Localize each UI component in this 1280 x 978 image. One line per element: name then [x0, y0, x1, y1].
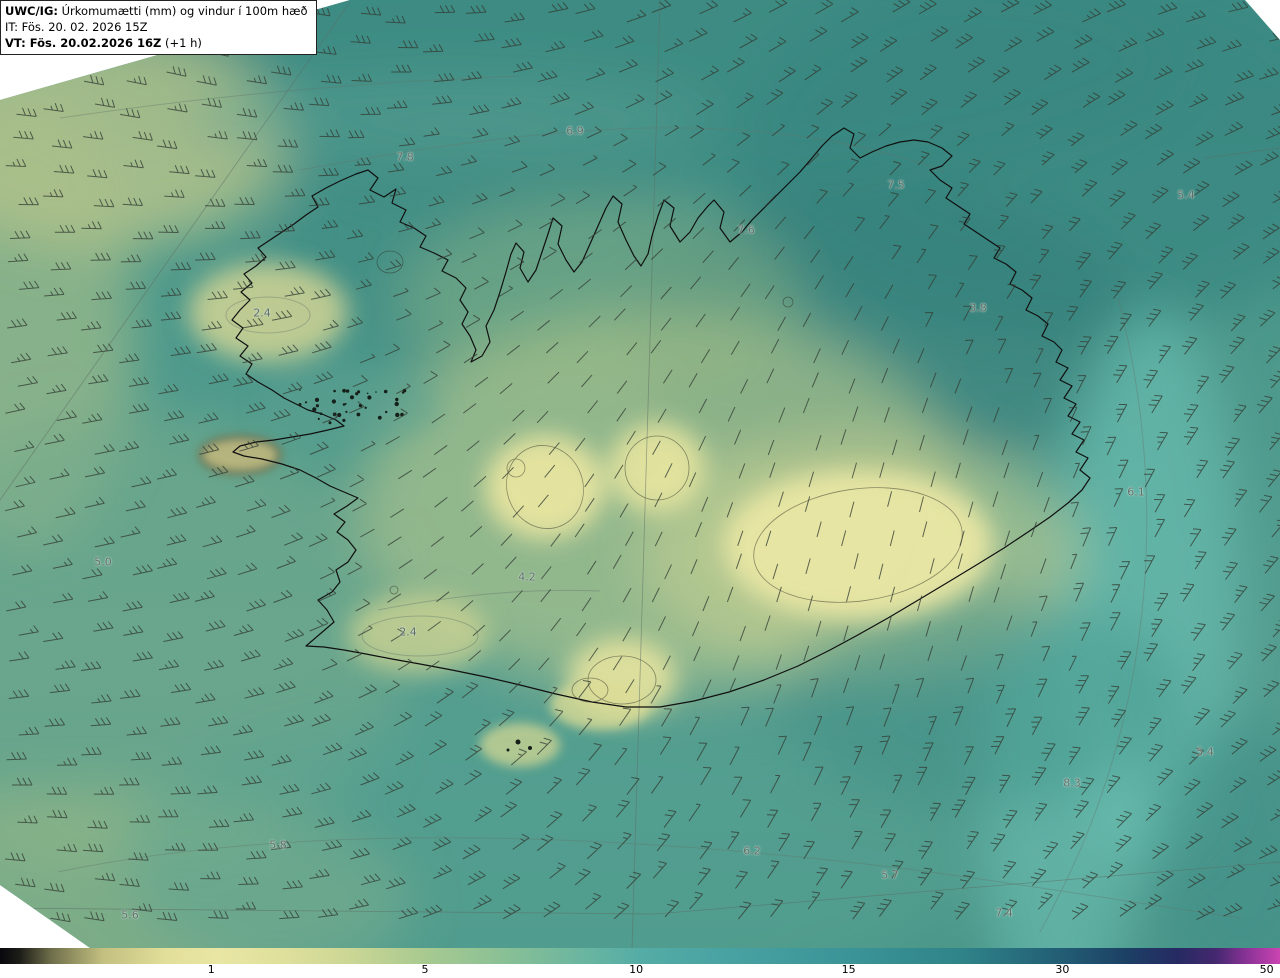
valid-time: VT: Fös. 20.02.2026 16Z: [5, 36, 162, 50]
colorbar-gradient: [0, 948, 1280, 964]
colorbar-tick-label: 50: [1259, 963, 1274, 976]
colorbar-tick-label: 30: [1055, 963, 1070, 976]
weather-map-page: 6.9 7.8 7.5 7.6 5.4 3.8 2.4 6.1 5.0 4.2 2.4 5.4 8.3 5…: [0, 0, 1280, 978]
colorbar-tick-label: 5: [421, 963, 429, 976]
colorbar-ticks: 1 5 10 15 30 50: [0, 963, 1280, 978]
product-code: UWC/IG:: [5, 4, 58, 18]
colorbar-tick-label: 1: [207, 963, 215, 976]
colorbar-tick-label: 10: [629, 963, 644, 976]
map-title: Úrkomumætti (mm) og vindur í 100m hæð: [57, 4, 308, 18]
valid-time-line: VT: Fös. 20.02.2026 16Z (+1 h): [5, 35, 308, 51]
valid-time-offset: (+1 h): [161, 36, 202, 50]
colorbar: 1 5 10 15 30 50: [0, 948, 1280, 978]
legend-box: UWC/IG: Úrkomumætti (mm) og vindur í 100…: [0, 0, 317, 55]
precip-shading: [0, 0, 1280, 948]
map-canvas: 6.9 7.8 7.5 7.6 5.4 3.8 2.4 6.1 5.0 4.2 2.4 5.4 8.3 5…: [0, 0, 1280, 948]
init-time-line: IT: Fös. 20. 02. 2026 15Z: [5, 20, 148, 34]
map-svg: [0, 0, 1280, 948]
colorbar-tick-label: 15: [841, 963, 856, 976]
legend-title-line: UWC/IG: Úrkomumætti (mm) og vindur í 100…: [5, 3, 308, 19]
